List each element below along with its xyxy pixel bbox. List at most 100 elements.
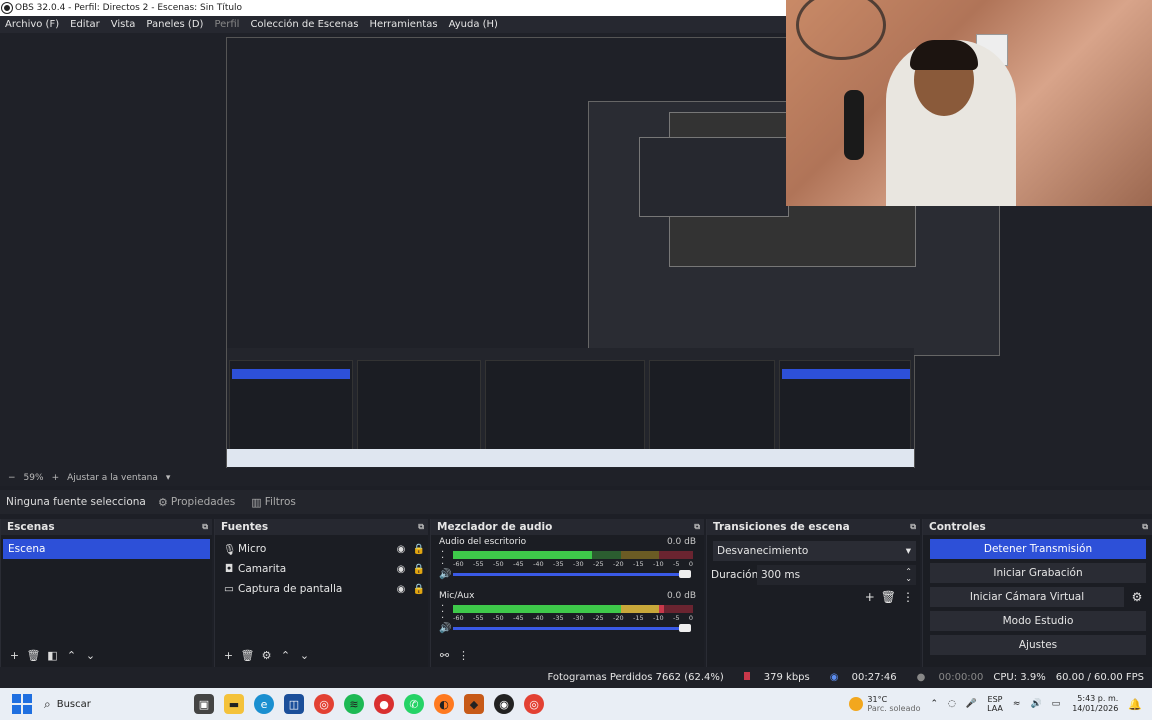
track-menu-icon[interactable]: · · · (441, 548, 444, 570)
menu-ayuda[interactable]: Ayuda (H) (444, 19, 504, 30)
tray-chevron-icon[interactable]: ⌃ (930, 699, 938, 709)
eye-icon[interactable]: ◉ (392, 584, 410, 595)
menu-paneles[interactable]: Paneles (D) (141, 19, 209, 30)
weather-desc: Parc. soleado (867, 704, 921, 713)
volume-slider[interactable] (453, 627, 691, 630)
chevron-down-icon[interactable]: ⌄ (81, 649, 100, 662)
weather-widget[interactable]: 31°C Parc. soleado (849, 695, 920, 713)
firefox-icon[interactable]: ◐ (434, 694, 454, 714)
undock-icon[interactable]: ⧉ (910, 522, 916, 532)
chevron-up-icon[interactable]: ⌃ (62, 649, 81, 662)
wifi-icon[interactable]: ≈ (1013, 699, 1021, 709)
start-recording-button[interactable]: Iniciar Grabación (930, 563, 1146, 583)
language-indicator[interactable]: ESP LAA (987, 695, 1003, 713)
lock-icon[interactable]: 🔒 (410, 544, 428, 555)
mini-controls-panel (779, 360, 911, 455)
volume-slider-knob[interactable] (679, 570, 691, 578)
track-name: Audio del escritorio (439, 537, 527, 547)
webcam-source[interactable] (786, 0, 1152, 206)
stop-streaming-button[interactable]: Detener Transmisión (930, 539, 1146, 559)
spinner-icon[interactable]: ⌃ ⌄ (905, 568, 912, 583)
eye-icon[interactable]: ◉ (392, 564, 410, 575)
windows-start-icon[interactable] (12, 694, 32, 714)
chrome-profile-icon[interactable]: ◎ (524, 694, 544, 714)
speaker-icon[interactable]: 🔊 (439, 623, 451, 634)
obs-icon[interactable]: ◉ (494, 694, 514, 714)
volume-slider-knob[interactable] (679, 624, 691, 632)
eye-icon[interactable]: ◉ (392, 544, 410, 555)
chrome-icon[interactable]: ◎ (314, 694, 334, 714)
network-icon[interactable]: ◌ (948, 699, 956, 709)
chevron-down-icon[interactable]: ⌄ (295, 649, 314, 662)
zoom-dropdown-icon[interactable]: ▾ (166, 473, 171, 483)
stream-icon: ◉ (829, 672, 842, 683)
store-icon[interactable]: ◫ (284, 694, 304, 714)
transition-select[interactable]: Desvanecimiento ▾ (713, 541, 916, 561)
speaker-icon[interactable]: 🔊 (439, 569, 451, 580)
undock-icon[interactable]: ⧉ (418, 522, 424, 532)
settings-button[interactable]: Ajustes (930, 635, 1146, 655)
volume-slider[interactable] (453, 573, 691, 576)
scene-item[interactable]: Escena (3, 539, 210, 559)
add-icon[interactable]: + (219, 649, 238, 662)
scenes-dock-header: Escenas ⧉ (1, 519, 212, 535)
add-icon[interactable]: + (5, 649, 24, 662)
gear-icon[interactable]: ⚙ (257, 649, 276, 662)
whatsapp-icon[interactable]: ✆ (404, 694, 424, 714)
sun-icon (849, 697, 864, 711)
menu-editar[interactable]: Editar (65, 19, 106, 30)
file-explorer-icon[interactable]: ▬ (224, 694, 244, 714)
volume-tray-icon[interactable]: 🔊 (1030, 699, 1041, 709)
undock-icon[interactable]: ⧉ (202, 522, 208, 532)
add-icon[interactable]: + (865, 590, 875, 604)
gear-icon[interactable]: ⚙ (1128, 590, 1146, 604)
recorder-icon[interactable]: ● (374, 694, 394, 714)
notifications-icon[interactable]: 🔔 (1128, 698, 1142, 711)
lock-icon[interactable]: 🔒 (410, 564, 428, 575)
lock-icon[interactable]: 🔒 (410, 584, 428, 595)
scenes-dock: Escenas ⧉ Escena + 🗑 ◧ ⌃ ⌄ (0, 519, 212, 667)
gear-icon: ⚙ (158, 495, 168, 509)
edge-icon[interactable]: e (254, 694, 274, 714)
spotify-icon[interactable]: ≋ (344, 694, 364, 714)
more-icon[interactable]: ⋮ (902, 590, 914, 604)
source-item-camarita[interactable]: ◘ Camarita ◉ 🔒 (215, 559, 428, 579)
menu-vista[interactable]: Vista (106, 19, 142, 30)
link-icon[interactable]: ⚯ (435, 649, 454, 662)
more-icon[interactable]: ⋮ (454, 649, 473, 662)
duration-spinbox[interactable]: 300 ms ⌃ ⌄ (757, 565, 916, 585)
zoom-fit-label[interactable]: Ajustar a la ventana (67, 473, 158, 483)
zoom-percent[interactable]: 59% (24, 473, 44, 483)
source-item-micro[interactable]: 🎙 Micro ◉ 🔒 (215, 539, 428, 559)
studio-mode-button[interactable]: Modo Estudio (930, 611, 1146, 631)
transitions-dock-header: Transiciones de escena ⧉ (707, 519, 920, 535)
source-item-captura[interactable]: ▭ Captura de pantalla ◉ 🔒 (215, 579, 428, 599)
filters-button[interactable]: ▥ Filtros (247, 494, 300, 511)
menu-archivo[interactable]: Archivo (F) (0, 19, 65, 30)
volume-meter (453, 605, 693, 613)
trash-icon[interactable]: 🗑 (24, 649, 43, 662)
track-menu-icon[interactable]: · · · (441, 602, 444, 624)
undock-icon[interactable]: ⧉ (694, 522, 700, 532)
filters-icon: ▥ (251, 495, 262, 509)
trash-icon[interactable]: 🗑 (238, 649, 257, 662)
filter-icon[interactable]: ◧ (43, 649, 62, 662)
menu-herramientas[interactable]: Herramientas (364, 19, 443, 30)
search-icon: ⌕ (44, 696, 51, 711)
task-view-icon[interactable]: ▣ (194, 694, 214, 714)
properties-button[interactable]: ⚙ Propiedades (154, 494, 239, 511)
battery-icon[interactable]: ▭ (1052, 699, 1061, 709)
taskbar-search[interactable]: ⌕ Buscar (44, 692, 184, 716)
chevron-up-icon[interactable]: ⌃ (276, 649, 295, 662)
zoom-plus-icon[interactable]: + (52, 473, 60, 483)
trash-icon[interactable]: 🗑 (881, 590, 896, 604)
start-virtual-camera-button[interactable]: Iniciar Cámara Virtual (930, 587, 1124, 607)
taskbar-clock[interactable]: 5:43 p. m. 14/01/2026 (1072, 694, 1118, 714)
menu-perfil[interactable]: Perfil (209, 19, 245, 30)
menu-coleccion-escenas[interactable]: Colección de Escenas (245, 19, 364, 30)
source-label: Micro (238, 543, 267, 555)
brave-icon[interactable]: ◆ (464, 694, 484, 714)
undock-icon[interactable]: ⧉ (1142, 522, 1148, 532)
zoom-minus-icon[interactable]: − (8, 473, 16, 483)
mic-tray-icon[interactable]: 🎤 (966, 699, 977, 709)
